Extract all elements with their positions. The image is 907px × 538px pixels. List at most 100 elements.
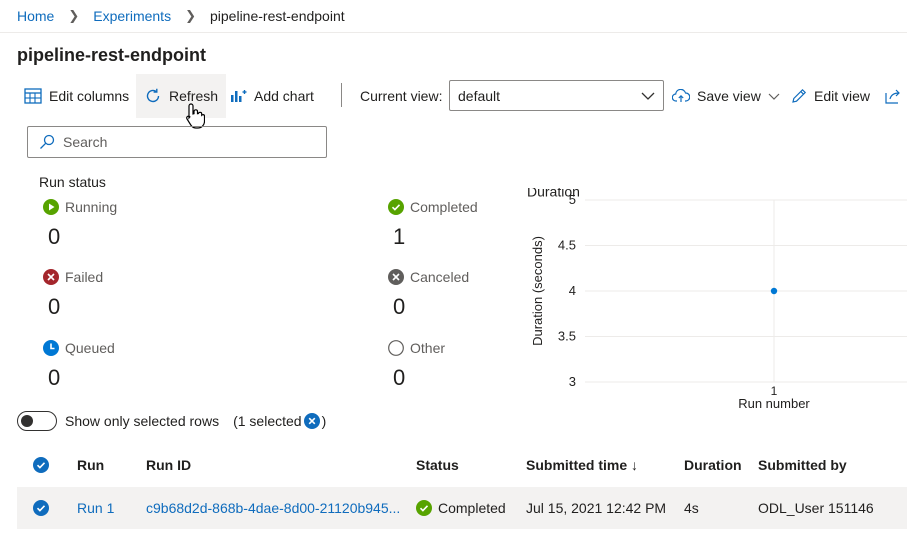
selected-count-text: (1 selected [233,413,302,429]
bar-chart-icon [231,90,247,102]
status-count: 0 [393,294,406,319]
run-status-title: Run status [39,174,106,190]
chart-y-tick-label: 3.5 [558,329,576,344]
runs-table-header: Run Run ID Status Submitted time ↓ Durat… [17,444,907,486]
edit-columns-button[interactable]: Edit columns [24,74,129,118]
column-header-status[interactable]: Status [416,444,459,486]
chart-x-axis-label: Run number [738,396,810,411]
header-divider [0,32,907,33]
chart-x-ticks: 1 [771,384,778,398]
column-header-submitted-time[interactable]: Submitted time ↓ [526,444,638,486]
check-circle-icon [388,199,404,215]
selected-count: (1 selected ) [233,413,326,429]
column-header-duration[interactable]: Duration [684,444,742,486]
share-icon [885,89,900,104]
chevron-down-icon [768,93,780,100]
chart-y-tick-label: 5 [569,192,576,207]
status-count: 0 [48,224,61,249]
run-status: Completed [416,487,506,529]
run-id-link[interactable]: c9b68d2d-868b-4dae-8d00-21120b945... [146,487,400,529]
column-header-submitted-by[interactable]: Submitted by [758,444,847,486]
clear-selection-icon[interactable] [303,413,320,429]
column-header-run-id[interactable]: Run ID [146,444,191,486]
chart-y-tick-label: 4 [569,283,576,298]
column-header-run[interactable]: Run [77,444,104,486]
breadcrumb-experiments-link[interactable]: Experiments [93,8,171,24]
breadcrumb-current: pipeline-rest-endpoint [209,8,345,24]
selection-toggle-row: Show only selected rows (1 selected ) [17,411,326,431]
checkmark-circle-icon [33,457,49,473]
status-count: 0 [393,365,406,390]
row-checkbox[interactable] [33,487,49,529]
run-submitted-time: Jul 15, 2021 12:42 PM [526,500,667,516]
edit-view-button[interactable]: Edit view [791,74,870,118]
toolbar: Edit columns Refresh Add chart Current v… [0,74,907,129]
run-duration: 4s [684,500,699,516]
search-placeholder: Search [63,134,108,150]
run-link[interactable]: Run 1 [77,487,114,529]
show-selected-toggle[interactable] [17,411,57,431]
selected-count-close: ) [321,413,327,429]
chart-x-tick-label: 1 [771,384,778,398]
pencil-icon [792,88,807,103]
toolbar-divider [341,83,342,107]
current-view-value: default [458,87,501,104]
breadcrumb-home-link[interactable]: Home [17,8,54,24]
chart-y-axis-label: Duration (seconds) [530,236,545,346]
status-count: 1 [393,224,406,249]
page-title: pipeline-rest-endpoint [17,45,206,65]
status-other[interactable]: Other 0 [388,340,445,391]
chart-points [770,287,778,295]
status-label: Other [410,340,446,356]
table-row[interactable]: Run 1 c9b68d2d-868b-4dae-8d00-21120b945.… [17,487,907,529]
status-label: Running [65,199,118,215]
chart-y-tick-label: 4.5 [558,238,576,253]
status-count: 0 [48,365,61,390]
status-running[interactable]: Running 0 [43,199,117,250]
save-view-label: Save view [697,88,761,104]
edit-columns-label: Edit columns [49,88,130,104]
status-completed[interactable]: Completed 1 [388,199,478,250]
cloud-upload-icon [672,89,690,102]
chart-data-point[interactable] [770,287,778,295]
add-chart-label: Add chart [254,88,314,104]
add-chart-button[interactable]: Add chart [230,74,314,118]
status-label: Failed [65,269,104,285]
cancel-circle-icon [388,269,404,285]
status-failed[interactable]: Failed 0 [43,269,103,320]
clock-icon [43,340,59,356]
chart-gridlines [585,199,907,383]
share-button[interactable] [885,74,902,118]
chart-y-ticks: 5 4.5 4 3.5 3 [558,192,576,389]
show-selected-label: Show only selected rows [65,413,220,429]
duration-chart: Duration Duration (seconds) Run number 5… [527,188,907,411]
refresh-button[interactable]: Refresh [136,74,227,118]
empty-circle-icon [388,340,404,356]
search-icon [40,134,55,149]
select-all-checkbox[interactable] [33,444,49,486]
status-label: Queued [65,340,115,356]
status-queued[interactable]: Queued 0 [43,340,115,391]
play-circle-icon [43,199,59,215]
refresh-icon [146,88,160,103]
table-columns-icon [24,88,42,104]
status-count: 0 [48,294,61,319]
check-circle-icon [416,500,432,516]
edit-view-label: Edit view [814,88,871,104]
current-view-label: Current view: [360,88,443,104]
breadcrumb: Home ❯ Experiments ❯ pipeline-rest-endpo… [17,8,345,24]
checkmark-circle-icon [33,500,49,516]
chevron-down-icon [641,92,655,100]
chart-y-tick-label: 3 [569,374,576,389]
status-label: Canceled [410,269,470,285]
status-canceled[interactable]: Canceled 0 [388,269,469,320]
chevron-right-icon: ❯ [185,8,196,23]
chevron-right-icon: ❯ [68,8,80,23]
status-label: Completed [410,199,478,215]
error-circle-icon [43,269,59,285]
run-submitted-by: ODL_User 151146 [758,500,874,516]
search-box[interactable]: Search [27,126,327,158]
run-status-label: Completed [438,500,506,516]
current-view-dropdown[interactable]: default [449,80,664,111]
save-view-button[interactable]: Save view [672,74,780,118]
